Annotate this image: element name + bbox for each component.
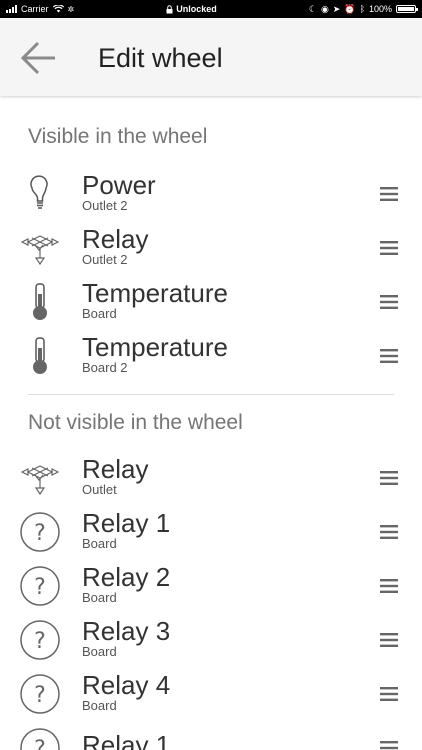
drag-handle-icon[interactable] [380,578,398,594]
list-item[interactable]: Relay Outlet [0,454,422,512]
item-subtitle: Board [82,590,117,605]
question-icon: ? [20,674,60,714]
question-icon: ? [20,512,60,552]
item-subtitle: Outlet 2 [82,198,128,213]
status-bar: Carrier ✲ Unlocked ☾ ◉ ➤ ⏰ ᛒ 100% [0,0,422,18]
relay-icon [20,465,60,496]
item-name: Relay 4 [82,670,171,700]
list-item[interactable]: Temperature Board 2 [0,332,422,390]
navigation-icon: ➤ [332,3,341,14]
drag-handle-icon[interactable] [380,524,398,540]
section-header-visible: Visible in the wheel [28,125,208,148]
item-subtitle: Board 2 [82,360,128,375]
back-arrow-icon [20,41,55,75]
drag-handle-icon[interactable] [380,348,398,364]
lock-status: Unlocked [176,4,217,14]
wifi-icon [52,5,64,13]
svg-text:?: ? [34,737,46,750]
app-bar: Edit wheel [0,18,422,96]
drag-handle-icon[interactable] [380,240,398,256]
item-subtitle: Board [82,698,117,713]
item-name: Relay 3 [82,616,171,646]
svg-text:?: ? [34,683,46,708]
svg-text:?: ? [34,575,46,600]
list-item[interactable]: Relay Outlet 2 [0,224,422,282]
item-name: Relay 1 [82,508,171,538]
activity-icon: ✲ [67,4,75,14]
question-icon: ? [20,728,60,750]
list-item[interactable]: ? Relay 1 [0,728,422,750]
item-name: Relay 1 [82,730,171,750]
svg-text:?: ? [34,629,46,654]
carrier-label: Carrier [21,4,49,14]
drag-handle-icon[interactable] [380,470,398,486]
section-header-hidden: Not visible in the wheel [28,411,243,434]
section-divider [28,394,394,395]
back-button[interactable] [18,38,58,78]
item-name: Relay 2 [82,562,171,592]
item-subtitle: Board [82,644,117,659]
drag-handle-icon[interactable] [380,686,398,702]
location-icon: ◉ [320,3,329,14]
thermometer-icon [33,337,47,374]
item-name: Relay [82,224,149,254]
battery-percent: 100% [368,4,392,14]
drag-handle-icon[interactable] [380,740,398,750]
relay-icon [20,235,60,266]
question-icon: ? [20,566,60,606]
item-name: Power [82,170,156,200]
drag-handle-icon[interactable] [380,632,398,648]
alarm-icon: ⏰ [344,3,356,14]
list-item[interactable]: ? Relay 1 Board [0,508,422,566]
item-name: Relay [82,454,149,484]
item-subtitle: Board [82,306,117,321]
list-item[interactable]: ? Relay 4 Board [0,670,422,728]
list-item[interactable]: ? Relay 2 Board [0,562,422,620]
lock-icon [166,4,173,13]
item-subtitle: Outlet 2 [82,252,128,267]
list-item[interactable]: Power Outlet 2 [0,170,422,228]
item-subtitle: Outlet [82,482,117,497]
battery-icon [396,5,418,13]
moon-icon: ☾ [308,3,317,14]
page-title: Edit wheel [98,43,223,73]
drag-handle-icon[interactable] [380,186,398,202]
list-item[interactable]: ? Relay 3 Board [0,616,422,674]
signal-icon [6,5,17,13]
item-subtitle: Board [82,536,117,551]
drag-handle-icon[interactable] [380,294,398,310]
lightbulb-icon [30,175,48,209]
bluetooth-icon: ᛒ [359,4,365,14]
thermometer-icon [33,283,47,320]
item-name: Temperature [82,278,228,308]
item-name: Temperature [82,332,228,362]
list-item[interactable]: Temperature Board [0,278,422,336]
svg-text:?: ? [34,521,46,546]
question-icon: ? [20,620,60,660]
